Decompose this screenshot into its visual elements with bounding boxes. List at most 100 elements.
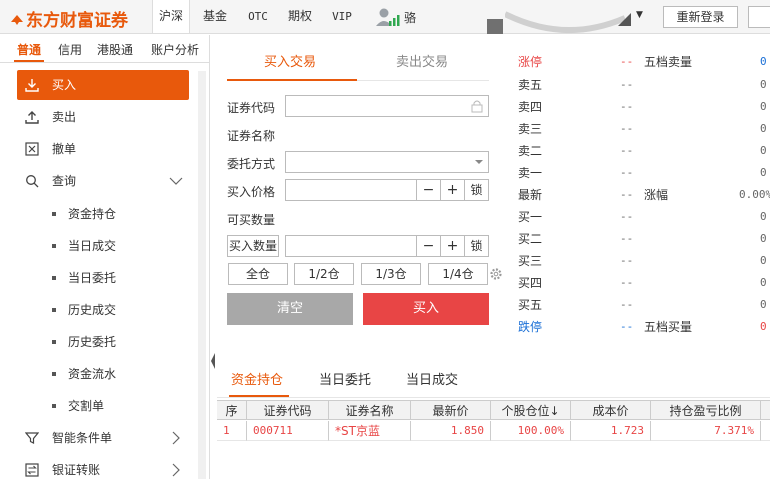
sidebar-scrollbar[interactable] <box>198 71 206 479</box>
sidebar-tab-hk-connect[interactable]: 港股通 <box>97 41 133 58</box>
last-price-value: -- <box>620 188 634 201</box>
quote-row-buy4[interactable]: 买四 -- 0 <box>510 273 770 293</box>
gear-icon[interactable] <box>489 267 503 281</box>
download-icon <box>25 79 39 92</box>
quote-row-sell4[interactable]: 卖四 -- 0 <box>510 97 770 117</box>
quote-row-buy3[interactable]: 买三 -- 0 <box>510 251 770 271</box>
level-label: 卖三 <box>518 122 543 136</box>
search-icon <box>26 175 39 188</box>
sidebar-item-bank-transfer[interactable]: 银证转账 <box>17 455 189 479</box>
level-volume: 0 <box>760 298 767 311</box>
tab-sell-trade[interactable]: 卖出交易 <box>396 51 448 70</box>
qty-lock-button[interactable]: 锁 <box>465 235 489 257</box>
col-header-last[interactable]: 最新价 <box>411 400 491 420</box>
cell-pnl-ratio[interactable]: 7.371% <box>651 421 761 441</box>
quote-row-sell5[interactable]: 卖五 -- 0 <box>510 75 770 95</box>
quote-row-buy1[interactable]: 买一 -- 0 <box>510 207 770 227</box>
tab-today-deals[interactable]: 当日成交 <box>406 369 458 388</box>
quote-row-limit-down: 跌停 -- 五档买量 0 <box>510 317 770 337</box>
sidebar-tab-account-analysis[interactable]: 账户分析 <box>151 41 199 58</box>
available-qty-label: 可买数量 <box>227 213 276 227</box>
level-label: 卖二 <box>518 144 543 158</box>
cell-name[interactable]: *ST京蓝 <box>329 421 411 441</box>
sidebar-tab-normal[interactable]: 普通 <box>17 41 41 58</box>
level-volume: 0 <box>760 166 767 179</box>
quote-row-buy5[interactable]: 买五 -- 0 <box>510 295 770 315</box>
sidebar-item-label: 买入 <box>52 78 77 92</box>
level-label: 买一 <box>518 210 543 224</box>
tab-today-orders[interactable]: 当日委托 <box>319 369 371 388</box>
position-half-button[interactable]: 1/2仓 <box>294 263 354 285</box>
cell-last[interactable]: 1.850 <box>411 421 491 441</box>
qty-minus-button[interactable]: − <box>417 235 441 257</box>
relogin-button[interactable]: 重新登录 <box>663 6 738 28</box>
upload-icon <box>25 111 39 124</box>
decor-arrow-icon <box>618 13 631 26</box>
quote-row-sell2[interactable]: 卖二 -- 0 <box>510 141 770 161</box>
chevron-down-icon <box>169 177 183 185</box>
sidebar-item-label: 撤单 <box>52 142 77 156</box>
cell-weight[interactable]: 100.00% <box>491 421 571 441</box>
cell-code[interactable]: 000711 <box>247 421 329 441</box>
col-header-pnl-ratio[interactable]: 持仓盈亏比例 <box>651 400 761 420</box>
level-price: -- <box>620 210 634 223</box>
level-price: -- <box>620 232 634 245</box>
quote-row-sell1[interactable]: 卖一 -- 0 <box>510 163 770 183</box>
position-third-button[interactable]: 1/3仓 <box>361 263 421 285</box>
limit-down-label: 跌停 <box>518 320 543 334</box>
chevron-right-icon <box>172 463 180 477</box>
level-volume: 0 <box>760 276 767 289</box>
price-plus-button[interactable]: + <box>441 179 465 201</box>
level-label: 卖四 <box>518 100 543 114</box>
level-price: -- <box>620 122 634 135</box>
quote-row-buy2[interactable]: 买二 -- 0 <box>510 229 770 249</box>
qty-plus-button[interactable]: + <box>441 235 465 257</box>
level-volume: 0 <box>760 100 767 113</box>
security-code-input[interactable] <box>285 95 489 117</box>
sidebar-tab-credit[interactable]: 信用 <box>58 41 82 58</box>
sidebar-item-smart-order[interactable]: 智能条件单 <box>17 423 189 453</box>
col-header-code[interactable]: 证券代码 <box>247 400 329 420</box>
cell-seq[interactable]: 1 <box>217 421 247 441</box>
user-avatar-icon[interactable] <box>375 7 401 27</box>
col-header-extra <box>761 400 770 420</box>
quote-row-sell3[interactable]: 卖三 -- 0 <box>510 119 770 139</box>
position-quarter-button[interactable]: 1/4仓 <box>428 263 488 285</box>
buy-price-input[interactable] <box>285 179 417 201</box>
nav-tab-hushen[interactable]: 沪深 <box>152 0 190 33</box>
left-sidebar: 普通 信用 港股通 账户分析 买入 卖出 撤单 查询 资金持仓 当日成交 当日委… <box>0 35 210 479</box>
buy-qty-input[interactable] <box>285 235 417 257</box>
col-header-weight[interactable]: 个股仓位↓ <box>491 400 571 420</box>
nav-tab-fund[interactable]: 基金 <box>196 0 234 33</box>
col-header-name[interactable]: 证券名称 <box>329 400 411 420</box>
window-control-button[interactable] <box>748 6 770 28</box>
nav-tab-otc[interactable]: OTC <box>240 0 276 33</box>
sidebar-item-cancel[interactable]: 撤单 <box>17 134 189 164</box>
sidebar-item-query[interactable]: 查询 <box>17 166 189 196</box>
price-lock-button[interactable]: 锁 <box>465 179 489 201</box>
col-header-seq[interactable]: 序 <box>217 400 247 420</box>
buy-submit-button[interactable]: 买入 <box>363 293 489 325</box>
nav-tab-vip[interactable]: VIP <box>325 0 359 33</box>
tab-funds-positions[interactable]: 资金持仓 <box>231 369 283 388</box>
price-minus-button[interactable]: − <box>417 179 441 201</box>
dropdown-caret-icon[interactable]: ▼ <box>636 10 643 20</box>
tab-buy-trade[interactable]: 买入交易 <box>264 51 316 70</box>
order-type-select[interactable] <box>285 151 489 173</box>
cell-cost[interactable]: 1.723 <box>571 421 651 441</box>
sidebar-item-sell[interactable]: 卖出 <box>17 102 189 132</box>
position-full-button[interactable]: 全仓 <box>228 263 288 285</box>
bullet-dot <box>52 276 56 280</box>
nav-tab-options[interactable]: 期权 <box>281 0 319 33</box>
col-header-cost[interactable]: 成本价 <box>571 400 651 420</box>
level-price: -- <box>620 144 634 157</box>
level-price: -- <box>620 78 634 91</box>
transfer-icon <box>25 463 39 477</box>
sidebar-item-buy[interactable]: 买入 <box>17 70 189 100</box>
clear-button[interactable]: 清空 <box>227 293 353 325</box>
bullet-dot <box>52 244 56 248</box>
collapse-handle-icon[interactable] <box>210 348 216 374</box>
sell-depth-value: 0 <box>760 55 767 68</box>
change-label: 涨幅 <box>644 188 669 202</box>
quote-row-last: 最新 -- 涨幅 0.00% <box>510 185 770 205</box>
